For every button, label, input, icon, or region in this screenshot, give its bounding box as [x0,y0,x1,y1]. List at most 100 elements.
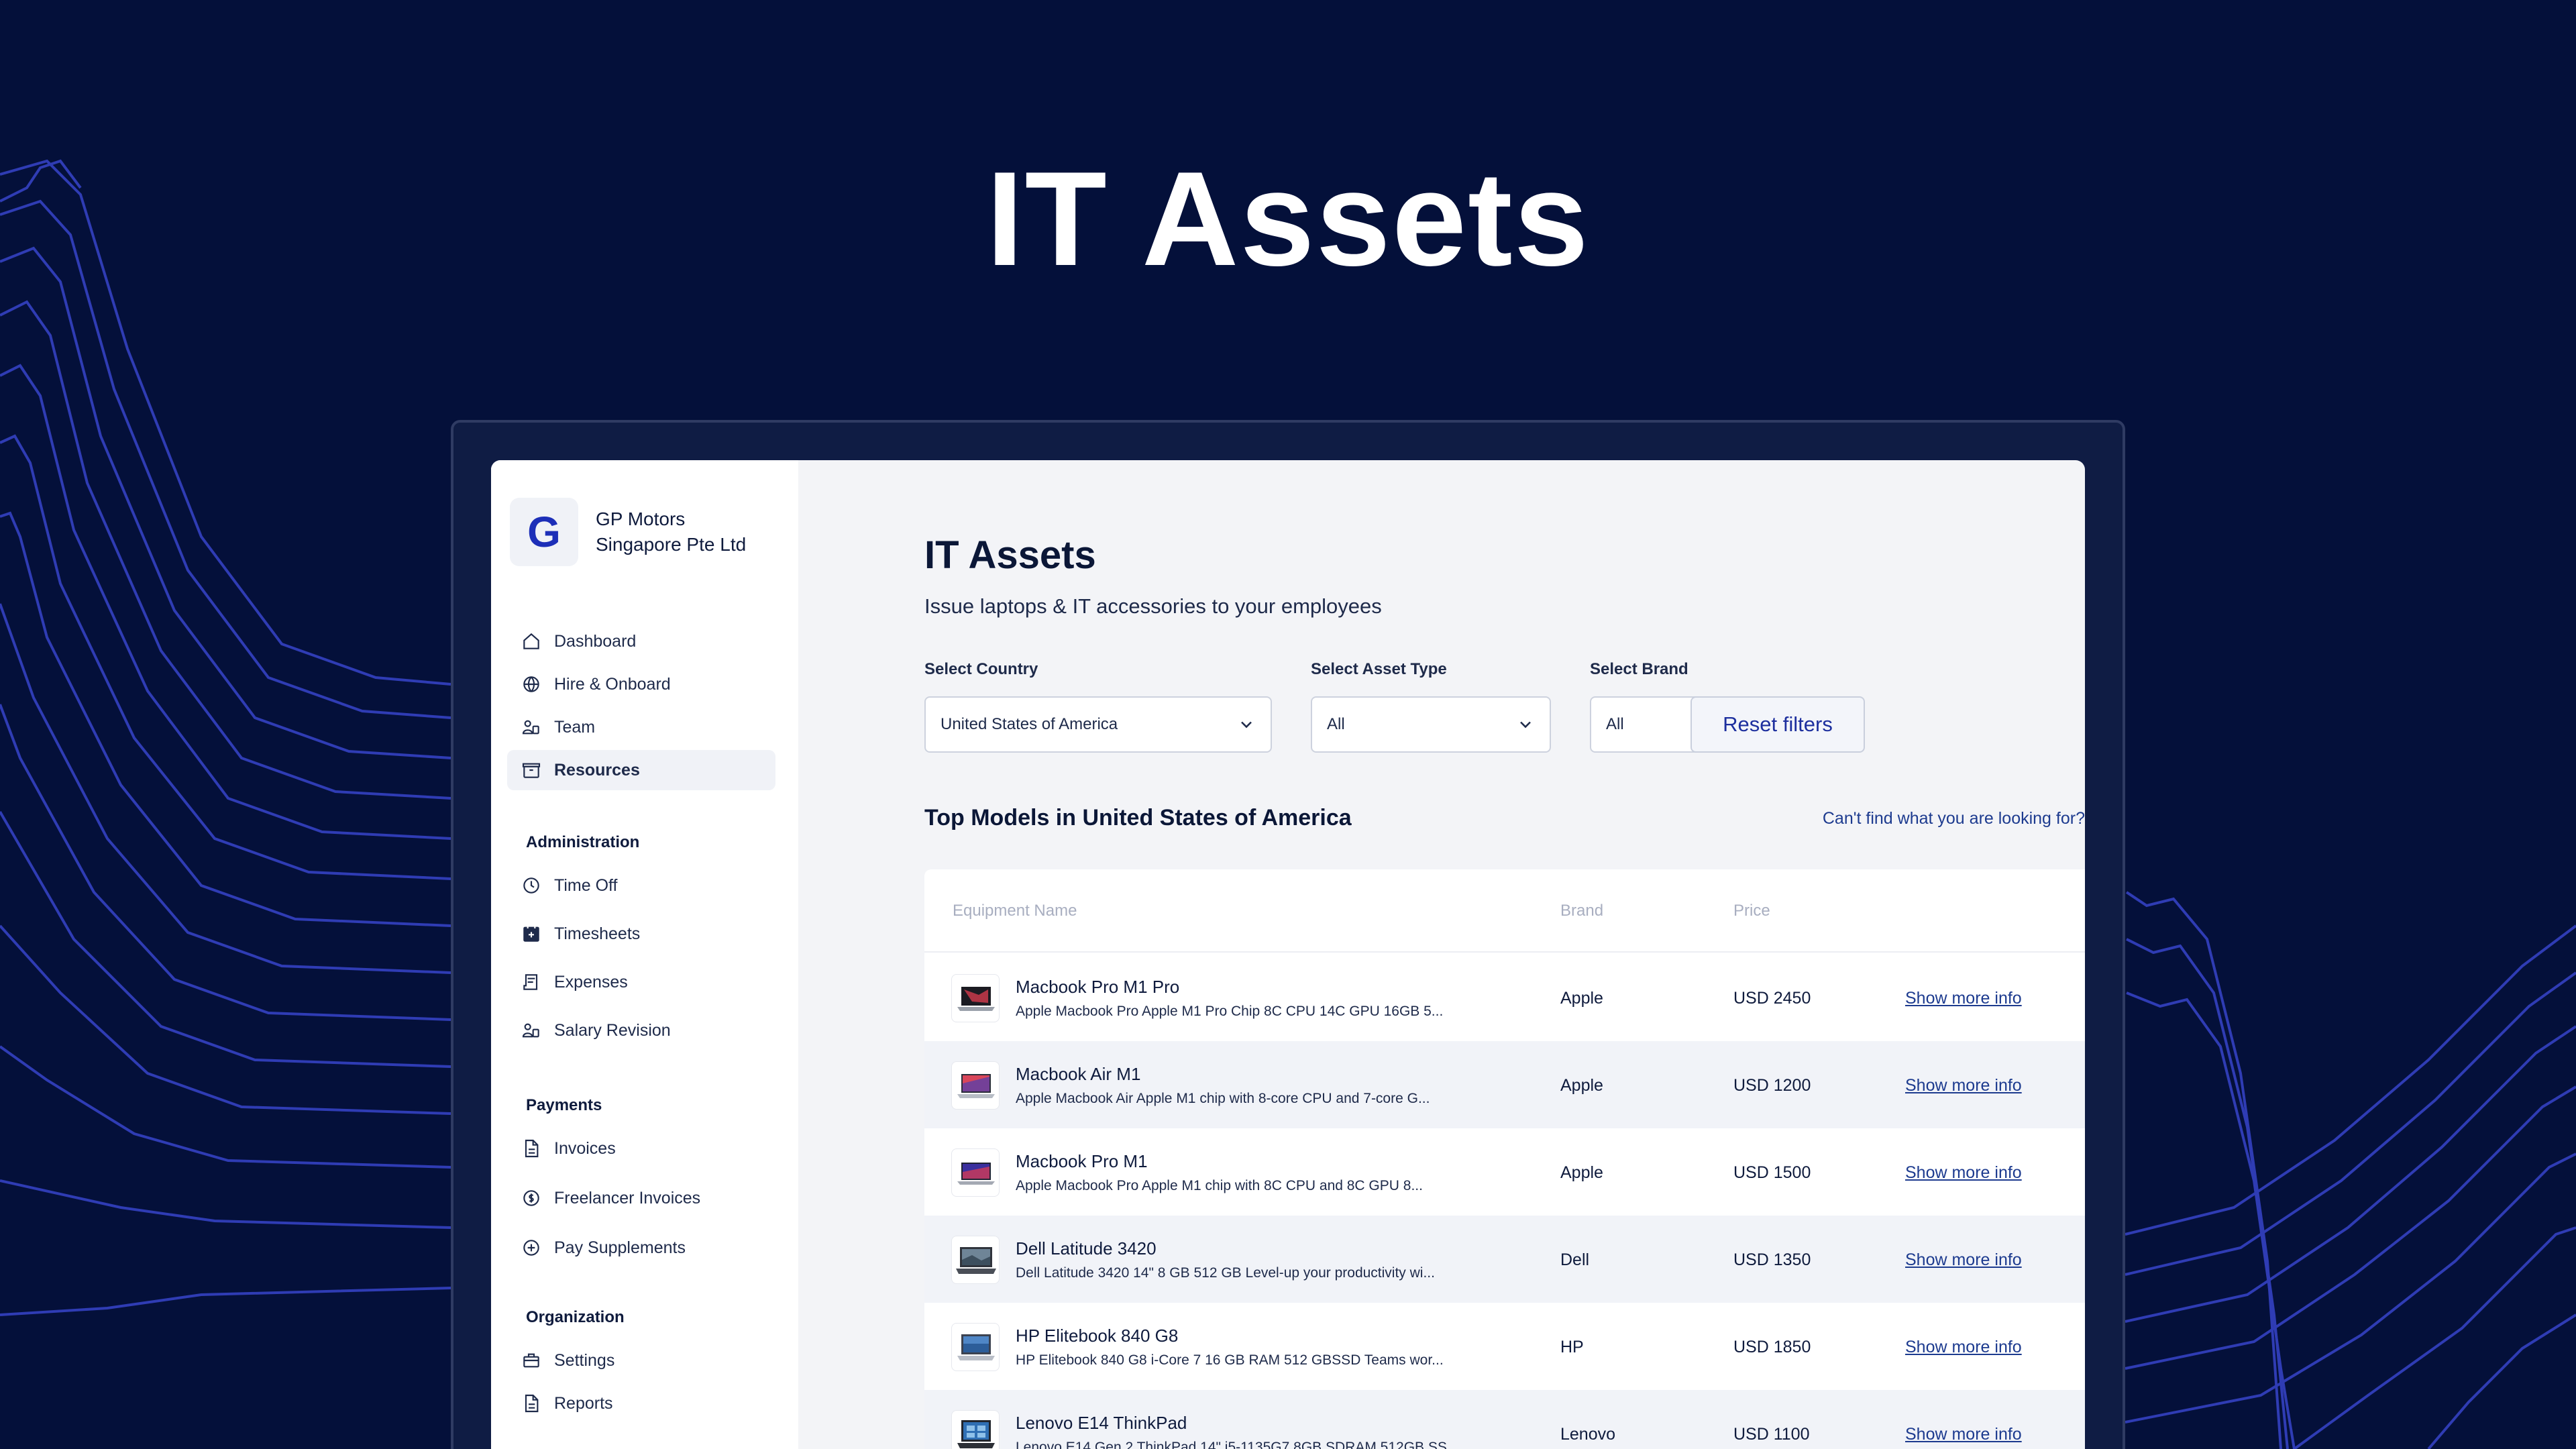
equipment-price: USD 1100 [1733,1425,1810,1444]
sidebar-item-expenses[interactable]: Expenses [507,962,775,1002]
sidebar-item-freelancer-invoices[interactable]: Freelancer Invoices [507,1178,775,1218]
show-more-info-link[interactable]: Show more info [1905,989,2022,1008]
show-more-info-link[interactable]: Show more info [1905,1076,2022,1095]
section-label-payments: Payments [526,1096,602,1114]
show-more-info-link[interactable]: Show more info [1905,1163,2022,1183]
box-icon [522,763,541,778]
country-select-value: United States of America [941,715,1118,733]
sidebar-item-team[interactable]: Team [507,707,775,747]
company-switcher[interactable]: G GP Motors Singapore Pte Ltd [510,498,770,566]
column-header-name[interactable]: Equipment Name [953,902,1077,920]
sidebar-item-label: Hire & Onboard [554,674,671,694]
equipment-name: Macbook Pro M1 Pro [1016,977,1180,997]
equipment-description: HP Elitebook 840 G8 i-Core 7 16 GB RAM 5… [1016,1352,1444,1368]
equipment-name: Lenovo E14 ThinkPad [1016,1413,1187,1433]
coin-icon [523,1190,539,1206]
table-row[interactable]: Lenovo E14 ThinkPad Lenovo E14 Gen 2 Thi… [924,1390,2085,1449]
chevron-down-icon [1241,721,1252,729]
clock-icon [523,877,539,894]
sidebar-item-pay-supplements[interactable]: Pay Supplements [507,1228,775,1268]
sidebar-item-salary-revision[interactable]: Salary Revision [507,1010,775,1051]
sidebar-item-label: Expenses [554,972,628,991]
table-row[interactable]: Dell Latitude 3420 Dell Latitude 3420 14… [924,1216,2085,1303]
page-title: IT Assets [924,533,1096,577]
sidebar-item-label: Pay Supplements [554,1238,686,1257]
section-label-administration: Administration [526,833,640,851]
sidebar-item-invoices[interactable]: Invoices [507,1128,775,1169]
brand-select-value: All [1606,715,1624,733]
app-window: G GP Motors Singapore Pte Ltd Dashboard … [491,460,2085,1449]
laptop-thumbnail [951,1236,1000,1284]
section-title: Top Models in United States of America [924,805,1352,830]
company-name: GP Motors Singapore Pte Ltd [596,508,747,555]
sidebar-item-label: Timesheets [554,924,641,943]
document-icon [525,1394,539,1413]
asset-type-select-value: All [1327,715,1345,733]
brand-filter-label: Select Brand [1590,660,1688,678]
sidebar-item-hire-onboard[interactable]: Hire & Onboard [507,664,775,704]
sidebar-item-label: Invoices [554,1138,616,1158]
sidebar-item-timesheets[interactable]: Timesheets [507,914,775,954]
equipment-brand: Apple [1560,1163,1603,1182]
show-more-info-link[interactable]: Show more info [1905,1425,2022,1444]
equipment-description: Dell Latitude 3420 14" 8 GB 512 GB Level… [1016,1265,1435,1281]
equipment-price: USD 1850 [1733,1338,1811,1356]
asset-type-select[interactable]: All [1311,696,1551,753]
show-more-info-link[interactable]: Show more info [1905,1250,2022,1270]
sidebar-item-dashboard[interactable]: Dashboard [507,621,775,661]
country-filter-label: Select Country [924,660,1038,678]
globe-icon [523,676,539,692]
laptop-thumbnail [951,1323,1000,1371]
main-content: IT Assets Issue laptops & IT accessories… [798,460,2085,1449]
briefcase-icon [523,1353,539,1368]
table-row[interactable]: Macbook Pro M1 Apple Macbook Pro Apple M… [924,1128,2085,1216]
equipment-brand: Apple [1560,989,1603,1008]
sidebar-item-label: Reports [554,1393,613,1413]
sidebar-item-settings[interactable]: Settings [507,1340,775,1381]
equipment-name: Macbook Pro M1 [1016,1151,1148,1171]
receipt-icon [523,974,538,990]
laptop-thumbnail [951,1148,1000,1197]
sidebar-item-time-off[interactable]: Time Off [507,865,775,906]
equipment-brand: Apple [1560,1076,1603,1095]
table-row[interactable]: Macbook Pro M1 Pro Apple Macbook Pro App… [924,954,2085,1041]
page-subtitle: Issue laptops & IT accessories to your e… [924,594,1382,618]
table-row[interactable]: HP Elitebook 840 G8 HP Elitebook 840 G8 … [924,1303,2085,1390]
equipment-description: Apple Macbook Pro Apple M1 chip with 8C … [1016,1178,1423,1193]
sidebar: G GP Motors Singapore Pte Ltd Dashboard … [491,460,798,1449]
column-header-price[interactable]: Price [1733,902,1770,920]
equipment-price: USD 2450 [1733,989,1811,1008]
laptop-thumbnail [951,1410,1000,1449]
hero-title: IT Assets [986,144,1590,294]
equipment-price: USD 1500 [1733,1163,1811,1182]
equipment-price: USD 1350 [1733,1250,1811,1269]
equipment-name: HP Elitebook 840 G8 [1016,1326,1179,1346]
sidebar-item-label: Dashboard [554,631,637,651]
sidebar-item-resources[interactable]: Resources [507,750,775,790]
sidebar-item-label: Team [554,717,596,737]
table-row[interactable]: Macbook Air M1 Apple Macbook Air Apple M… [924,1041,2085,1128]
assets-table: Equipment Name Brand Price Macbook Pro M… [924,869,2085,1449]
equipment-name: Dell Latitude 3420 [1016,1238,1157,1258]
sidebar-item-label: Salary Revision [554,1020,671,1040]
column-header-brand[interactable]: Brand [1560,902,1603,920]
people-icon [522,1023,539,1038]
company-logo: G [510,498,578,566]
people-icon [522,720,539,735]
equipment-brand: Dell [1560,1250,1590,1269]
equipment-description: Apple Macbook Pro Apple M1 Pro Chip 8C C… [1016,1004,1444,1019]
calendar-icon [523,926,539,942]
home-icon [523,633,539,649]
sidebar-item-reports[interactable]: Reports [507,1383,775,1424]
show-more-info-link[interactable]: Show more info [1905,1338,2022,1357]
table-header: Equipment Name Brand Price [924,869,2085,953]
section-label-organization: Organization [526,1308,625,1326]
equipment-brand: HP [1560,1338,1584,1356]
sidebar-item-label: Settings [554,1350,615,1370]
laptop-thumbnail [951,1061,1000,1110]
help-link[interactable]: Can't find what you are looking for? [1823,809,2085,828]
reset-filters-button[interactable]: Reset filters [1690,696,1865,753]
laptop-thumbnail [951,974,1000,1022]
document-icon [525,1139,539,1158]
country-select[interactable]: United States of America [924,696,1272,753]
